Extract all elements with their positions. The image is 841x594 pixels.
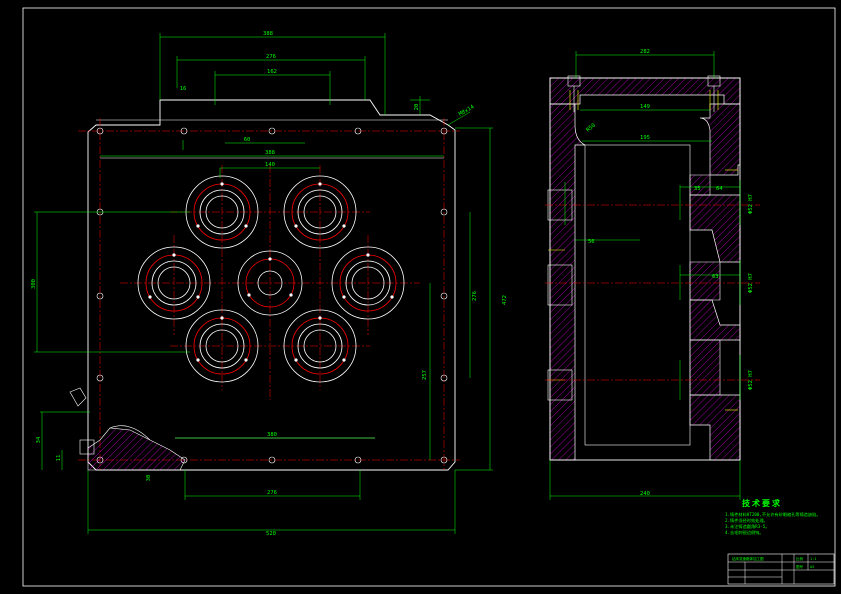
title-block-cell-1: 比例 <box>796 556 804 561</box>
dim-section-top: 282 <box>640 49 650 55</box>
dim-left-small-b: 30 <box>146 475 152 482</box>
cad-drawing: 388 276 162 60 16 388 140 300 276 472 25… <box>22 7 836 587</box>
dim-right-overall: 472 <box>502 295 508 305</box>
dim-left-small-a: 34 <box>36 436 42 443</box>
dim-left-small-c: 11 <box>56 455 62 462</box>
section-left-wall <box>549 103 586 461</box>
bore-ref-2: Φ52 H7 <box>748 273 754 293</box>
tech-note-4: 4.去毛刺锐边倒钝。 <box>725 529 764 536</box>
tech-note-1: 1.铸件材料HT200,不允许有砂眼缩孔等铸造缺陷。 <box>725 511 821 518</box>
dim-section-bottom: 240 <box>640 491 650 497</box>
title-block-cell-2: 1:1 <box>810 557 816 561</box>
callout-thread: M8x14 <box>458 104 476 118</box>
title-block: 钻床变速箱体加工图 比例 1:1 图号 A3 <box>727 553 835 585</box>
dim-right-lower: 257 <box>422 370 428 380</box>
dim-top-step: 16 <box>180 86 187 92</box>
bottom-left-section <box>69 387 186 471</box>
tech-note-2: 2.铸件须经时效处理。 <box>725 517 768 524</box>
dim-inner-bottom: 380 <box>267 432 277 438</box>
section-top-wall <box>549 77 741 105</box>
left-view: 388 276 162 60 16 388 140 300 276 472 25… <box>31 31 508 537</box>
bearing-bosses <box>137 175 405 383</box>
dim-top-small: 60 <box>244 137 251 143</box>
dim-top-overall: 388 <box>263 31 273 37</box>
dim-right-inner: 276 <box>472 291 478 301</box>
bore-ref-1: Φ52 H7 <box>748 194 754 214</box>
dim-bottom-mid: 276 <box>267 490 277 496</box>
title-block-cell-3: 图号 <box>796 564 804 569</box>
section-cavity <box>584 144 691 446</box>
dim-hole-gap: 140 <box>265 162 275 168</box>
centerlines <box>78 118 460 470</box>
tech-notes: 技术要求 1.铸件材料HT200,不允许有砂眼缩孔等铸造缺陷。 2.铸件须经时效… <box>725 498 821 536</box>
dim-bottom-overall: 520 <box>266 531 276 537</box>
dim-section-inner-b: 195 <box>640 135 650 141</box>
title-block-cell-4: A3 <box>810 565 814 569</box>
dim-section-bore-mid: 63 <box>712 274 719 280</box>
tech-notes-title: 技术要求 <box>742 498 782 508</box>
dim-left-span: 300 <box>31 279 37 289</box>
dim-section-bore-b: 35 <box>694 186 701 192</box>
title-block-name: 钻床变速箱体加工图 <box>732 556 764 561</box>
dim-section-mid-left: 56 <box>588 239 595 245</box>
tech-note-3: 3.未注铸造圆角R3-5。 <box>725 523 769 530</box>
bore-ref-3: Φ52 H7 <box>748 370 754 390</box>
dim-section-angle: R50 <box>585 123 596 134</box>
dim-section-inner-a: 149 <box>640 104 650 110</box>
dim-section-bore-a: 64 <box>716 186 723 192</box>
dim-top-mid: 276 <box>266 54 276 60</box>
right-view: 282 149 195 R50 56 64 35 63 240 Φ52 H7 Φ… <box>545 49 760 500</box>
dim-right-tiny: 20 <box>414 104 420 111</box>
dim-row-top: 388 <box>265 150 275 156</box>
dim-top-inner: 162 <box>267 69 277 75</box>
